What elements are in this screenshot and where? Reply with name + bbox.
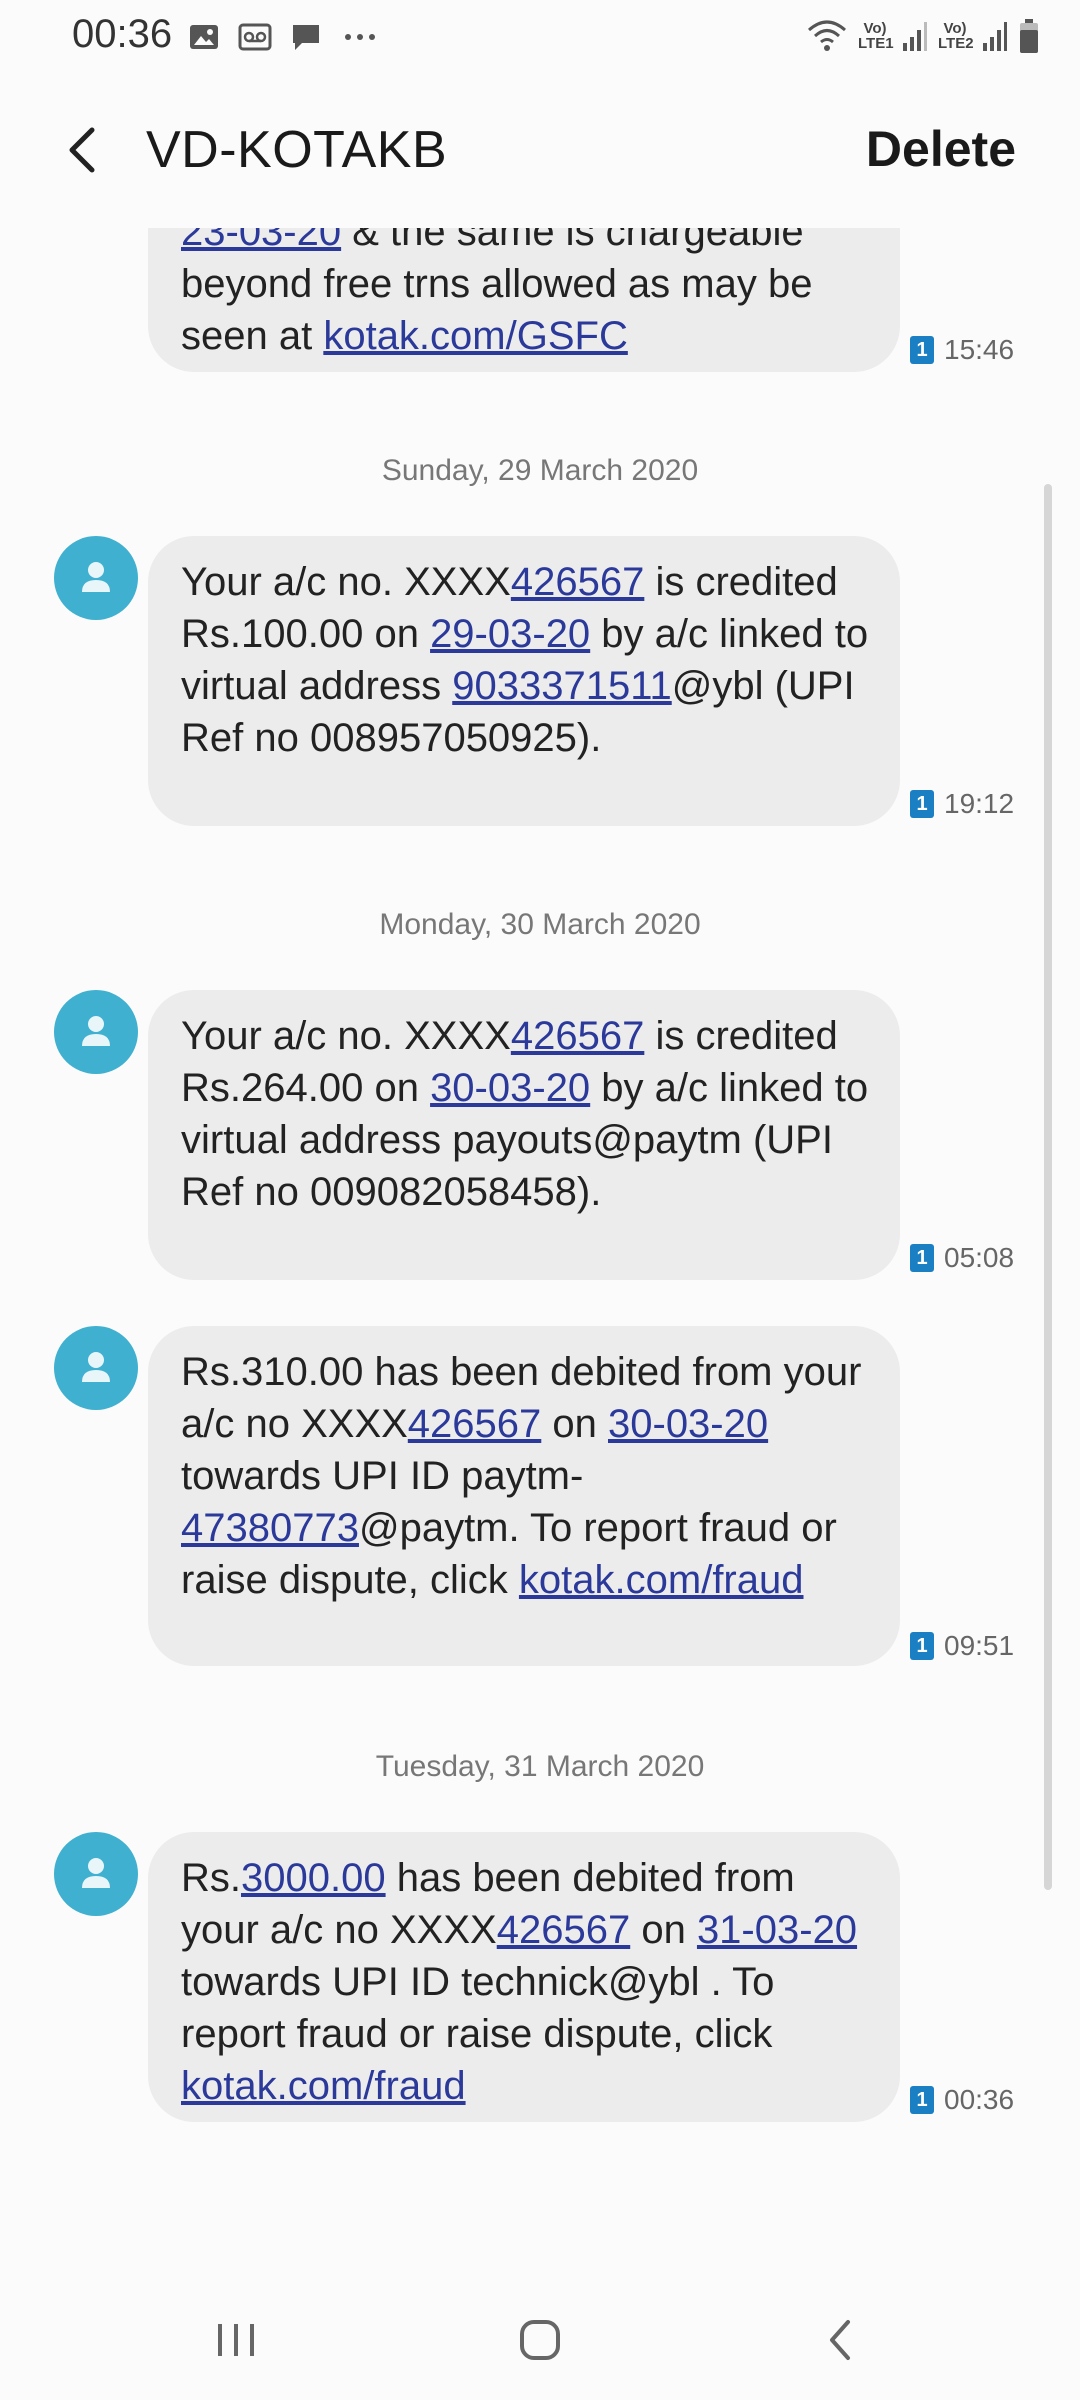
message-link[interactable]: 9033371511 xyxy=(452,664,672,708)
message-time: 00:36 xyxy=(944,2084,1015,2115)
home-button[interactable] xyxy=(510,2310,570,2370)
message-text: Your a/c no. XXXX xyxy=(181,560,511,604)
home-icon xyxy=(520,2320,560,2360)
sender-avatar[interactable] xyxy=(54,990,138,1074)
sim-badge: 1 xyxy=(910,1632,934,1660)
sender-avatar[interactable] xyxy=(54,536,138,620)
date-separator: Monday, 30 March 2020 xyxy=(379,908,701,941)
conversation-header: VD-KOTAKB Delete xyxy=(0,72,1080,228)
battery-icon xyxy=(1020,19,1038,53)
scrollbar[interactable] xyxy=(1044,484,1052,1890)
message-bubble[interactable]: Rs.310.00 has been debited from your a/c… xyxy=(148,1326,900,1666)
message-text: Your a/c no. XXXX xyxy=(181,1014,511,1058)
person-icon xyxy=(82,562,110,592)
signal-icon xyxy=(983,22,1007,51)
recent-apps-icon xyxy=(218,2324,254,2356)
back-icon xyxy=(830,2320,850,2360)
person-icon xyxy=(82,1858,110,1888)
message-icon xyxy=(293,25,319,50)
message-link[interactable]: kotak.com/fraud xyxy=(519,1558,804,1602)
message-bubble[interactable]: Your a/c no. XXXX426567 is credited Rs.2… xyxy=(148,990,900,1280)
sim1-label: Vo) LTE1 xyxy=(858,20,894,52)
sim-badge: 1 xyxy=(910,2086,934,2114)
person-icon xyxy=(82,1352,110,1382)
message-text: towards UPI ID technick@ybl . To report … xyxy=(181,1960,775,2056)
message-meta: 1 00:36 xyxy=(910,2084,1014,2116)
message-bubble[interactable]: Your a/c no. XXXX426567 is credited Rs.1… xyxy=(148,536,900,826)
message-link[interactable]: 30-03-20 xyxy=(608,1402,768,1446)
message-link[interactable]: 3000.00 xyxy=(241,1856,386,1900)
message-time: 09:51 xyxy=(944,1630,1015,1661)
sim2-label: Vo) LTE2 xyxy=(938,20,974,52)
nav-back-button[interactable] xyxy=(812,2310,872,2370)
message-link[interactable]: 31-03-20 xyxy=(697,1908,857,1952)
notification-icons xyxy=(188,20,380,54)
voicemail-icon xyxy=(238,23,272,51)
image-icon xyxy=(190,25,218,49)
date-separator: Sunday, 29 March 2020 xyxy=(381,454,699,487)
signal-icon xyxy=(903,22,927,51)
navigation-bar xyxy=(0,2280,1080,2400)
sim-badge: 1 xyxy=(910,1244,934,1272)
person-icon xyxy=(82,1016,110,1046)
message-text: towards UPI ID paytm- xyxy=(181,1454,584,1498)
contact-title: VD-KOTAKB xyxy=(146,121,448,179)
message-link[interactable]: 426567 xyxy=(511,560,644,604)
message-link[interactable]: kotak.com/fraud xyxy=(181,2064,466,2108)
recent-apps-button[interactable] xyxy=(206,2310,266,2370)
more-dots-icon xyxy=(345,34,375,40)
message-bubble[interactable]: Rs.3000.00 has been debited from your a/… xyxy=(148,1832,900,2122)
sender-avatar[interactable] xyxy=(54,1326,138,1410)
message-link[interactable]: 30-03-20 xyxy=(430,1066,590,1110)
wifi-icon xyxy=(808,20,846,51)
date-separator: Tuesday, 31 March 2020 xyxy=(375,1750,705,1783)
sim-badge: 1 xyxy=(910,790,934,818)
message-link[interactable]: 47380773 xyxy=(181,1506,359,1550)
message-time: 19:12 xyxy=(944,788,1015,819)
message-time: 05:08 xyxy=(944,1242,1015,1273)
chevron-left-icon xyxy=(69,127,95,173)
system-icons: Vo) LTE1 Vo) LTE2 xyxy=(806,16,1040,56)
status-bar: 00:36 Vo) LTE1 Vo) LTE2 xyxy=(0,0,1080,72)
sender-avatar[interactable] xyxy=(54,1832,138,1916)
message-link[interactable]: 426567 xyxy=(511,1014,644,1058)
message-time: 15:46 xyxy=(944,334,1015,365)
message-link[interactable]: 426567 xyxy=(497,1908,630,1952)
back-button[interactable] xyxy=(56,122,112,178)
message-meta: 1 05:08 xyxy=(910,1242,1014,1274)
sim-badge: 1 xyxy=(910,336,934,364)
message-list[interactable]: 23-03-20 & the same is chargeable beyond… xyxy=(0,0,1080,2280)
status-time: 00:36 xyxy=(72,12,173,56)
message-link[interactable]: 426567 xyxy=(408,1402,541,1446)
message-text: on xyxy=(541,1402,608,1446)
delete-button[interactable]: Delete xyxy=(866,120,1016,178)
message-meta: 1 15:46 xyxy=(910,334,1014,366)
message-text: Rs. xyxy=(181,1856,241,1900)
message-meta: 1 09:51 xyxy=(910,1630,1014,1662)
message-link[interactable]: kotak.com/GSFC xyxy=(323,314,628,358)
message-meta: 1 19:12 xyxy=(910,788,1014,820)
message-text: on xyxy=(630,1908,697,1952)
message-link[interactable]: 29-03-20 xyxy=(430,612,590,656)
